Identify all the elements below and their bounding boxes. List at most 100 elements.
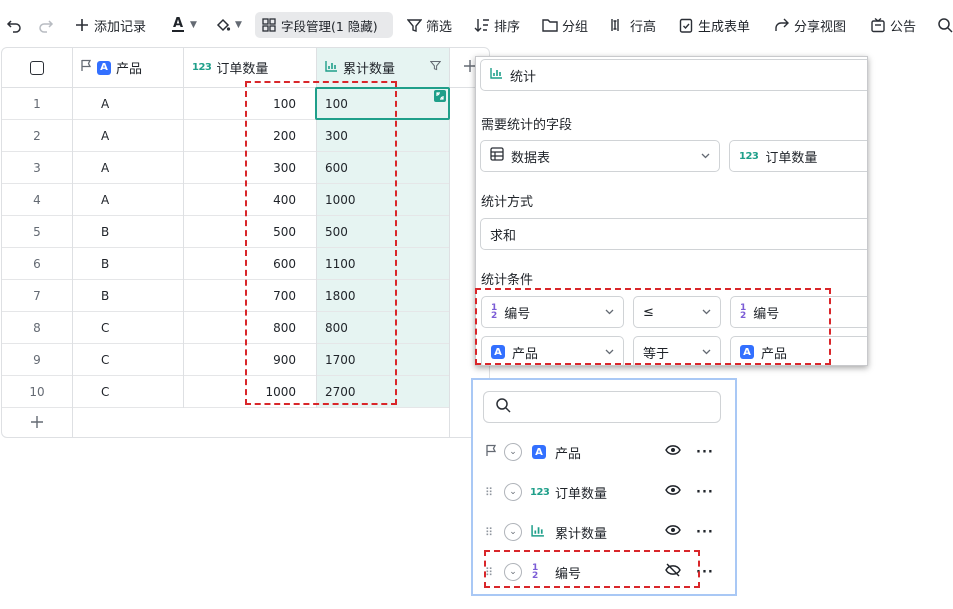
field-manage-label: 字段管理(1 隐藏) — [281, 18, 378, 34]
filter-label: 筛选 — [426, 19, 453, 35]
column-label-cumulative-qty: 累计数量 — [343, 62, 396, 77]
more-options-icon[interactable]: ··· — [696, 525, 714, 540]
row-height-button[interactable]: 行高 — [610, 12, 656, 38]
eye-icon[interactable] — [665, 524, 681, 540]
drag-handle-icon[interactable]: ⠿ — [485, 486, 495, 499]
field-row-product[interactable]: ⌄ A 产品 ··· — [473, 438, 735, 466]
column-divider — [72, 48, 73, 437]
eye-icon[interactable] — [665, 444, 681, 460]
grid-icon — [261, 17, 277, 33]
select-all-checkbox[interactable] — [30, 60, 44, 75]
annotation-box-hidden-field — [484, 550, 700, 588]
row-number: 7 — [2, 280, 72, 312]
cell-product[interactable]: A — [72, 120, 183, 152]
group-label: 分组 — [562, 19, 589, 35]
cell-product[interactable]: B — [72, 248, 183, 280]
column-label-order-qty: 订单数量 — [216, 62, 269, 77]
number-field-icon: 123 — [739, 150, 759, 162]
search-icon — [937, 17, 953, 33]
cell-product[interactable]: A — [72, 184, 183, 216]
more-options-icon[interactable]: ··· — [696, 485, 714, 500]
expand-chevron-icon[interactable]: ⌄ — [504, 483, 522, 501]
cell-product[interactable]: C — [72, 312, 183, 344]
share-view-button[interactable]: 分享视图 — [774, 12, 846, 38]
cell-product[interactable]: A — [72, 152, 183, 184]
cell-product[interactable]: B — [72, 280, 183, 312]
text-color-glyph: A — [172, 16, 184, 31]
undo-icon — [6, 17, 22, 33]
search-icon — [495, 397, 511, 417]
filter-button[interactable]: 筛选 — [406, 12, 452, 38]
table-select-value: 数据表 — [511, 150, 551, 166]
method-select[interactable]: 求和 — [480, 218, 867, 250]
annotation-box-conditions — [475, 288, 831, 365]
field-select[interactable]: 123 订单数量 — [729, 140, 867, 172]
fill-color-button[interactable]: ▼ — [215, 12, 242, 38]
chevron-down-icon — [701, 151, 710, 162]
undo-button[interactable] — [6, 12, 22, 38]
share-view-label: 分享视图 — [794, 19, 847, 35]
cell-product[interactable]: C — [72, 344, 183, 376]
column-header-product[interactable]: A 产品 — [72, 48, 183, 88]
announcement-button[interactable]: 公告 — [870, 12, 916, 38]
generate-form-button[interactable]: 生成表单 — [678, 12, 750, 38]
add-record-button[interactable]: 添加记录 — [74, 12, 146, 38]
row-number: 2 — [2, 120, 72, 152]
condition-label: 统计条件 — [481, 273, 534, 288]
field-name-order-qty: 订单数量 — [555, 486, 608, 502]
sort-label: 排序 — [494, 19, 521, 35]
row-number: 10 — [2, 376, 72, 408]
redo-icon — [38, 17, 54, 33]
statistics-type-select[interactable]: 统计 — [480, 59, 867, 91]
row-number: 5 — [2, 216, 72, 248]
table-icon — [490, 147, 504, 165]
field-select-value: 订单数量 — [765, 150, 818, 166]
row-height-icon — [610, 17, 626, 33]
primary-field-flag-icon — [80, 59, 92, 76]
add-record-label: 添加记录 — [94, 19, 147, 35]
paint-bucket-icon — [215, 17, 231, 33]
column-filter-icon[interactable] — [429, 60, 442, 75]
expand-chevron-icon[interactable]: ⌄ — [504, 443, 522, 461]
field-name-cumulative-qty: 累计数量 — [555, 526, 608, 542]
text-color-icon: A — [170, 17, 186, 33]
row-number: 9 — [2, 344, 72, 376]
search-button[interactable] — [937, 12, 953, 38]
text-color-button[interactable]: A ▼ — [170, 12, 197, 38]
fields-label: 需要统计的字段 — [481, 118, 573, 133]
expand-icon[interactable] — [434, 90, 446, 102]
bar-chart-icon — [325, 60, 338, 76]
expand-chevron-icon[interactable]: ⌄ — [504, 523, 522, 541]
add-row-button[interactable] — [2, 408, 72, 437]
plus-icon — [74, 17, 90, 33]
announcement-label: 公告 — [890, 19, 917, 35]
sort-icon — [474, 17, 490, 33]
table-select[interactable]: 数据表 — [480, 140, 720, 172]
share-icon — [774, 17, 790, 33]
sort-button[interactable]: 排序 — [474, 12, 520, 38]
text-field-icon: A — [97, 60, 111, 75]
redo-button[interactable] — [38, 12, 54, 38]
cell-product[interactable]: B — [72, 216, 183, 248]
filter-icon — [406, 17, 422, 33]
drag-handle-icon[interactable]: ⠿ — [485, 526, 495, 539]
more-options-icon[interactable]: ··· — [696, 445, 714, 460]
field-name-product: 产品 — [555, 446, 582, 462]
eye-icon[interactable] — [665, 484, 681, 500]
field-manage-button[interactable]: 字段管理(1 隐藏) — [255, 12, 393, 38]
statistics-type-value: 统计 — [510, 69, 537, 85]
field-row-order-qty[interactable]: ⠿ ⌄ 123 订单数量 ··· — [473, 478, 735, 506]
plus-icon — [30, 415, 44, 432]
select-all-header[interactable] — [2, 48, 72, 88]
cell-product[interactable]: C — [72, 376, 183, 408]
row-number: 6 — [2, 248, 72, 280]
cell-product[interactable]: A — [72, 88, 183, 120]
group-button[interactable]: 分组 — [542, 12, 588, 38]
primary-field-flag-icon — [485, 444, 497, 461]
column-label-product: 产品 — [116, 62, 143, 77]
number-field-icon: 123 — [192, 62, 212, 73]
folder-icon — [542, 17, 558, 33]
field-row-cumulative-qty[interactable]: ⠿ ⌄ 累计数量 ··· — [473, 518, 735, 546]
field-search-input[interactable] — [483, 391, 721, 423]
row-height-label: 行高 — [630, 19, 657, 35]
